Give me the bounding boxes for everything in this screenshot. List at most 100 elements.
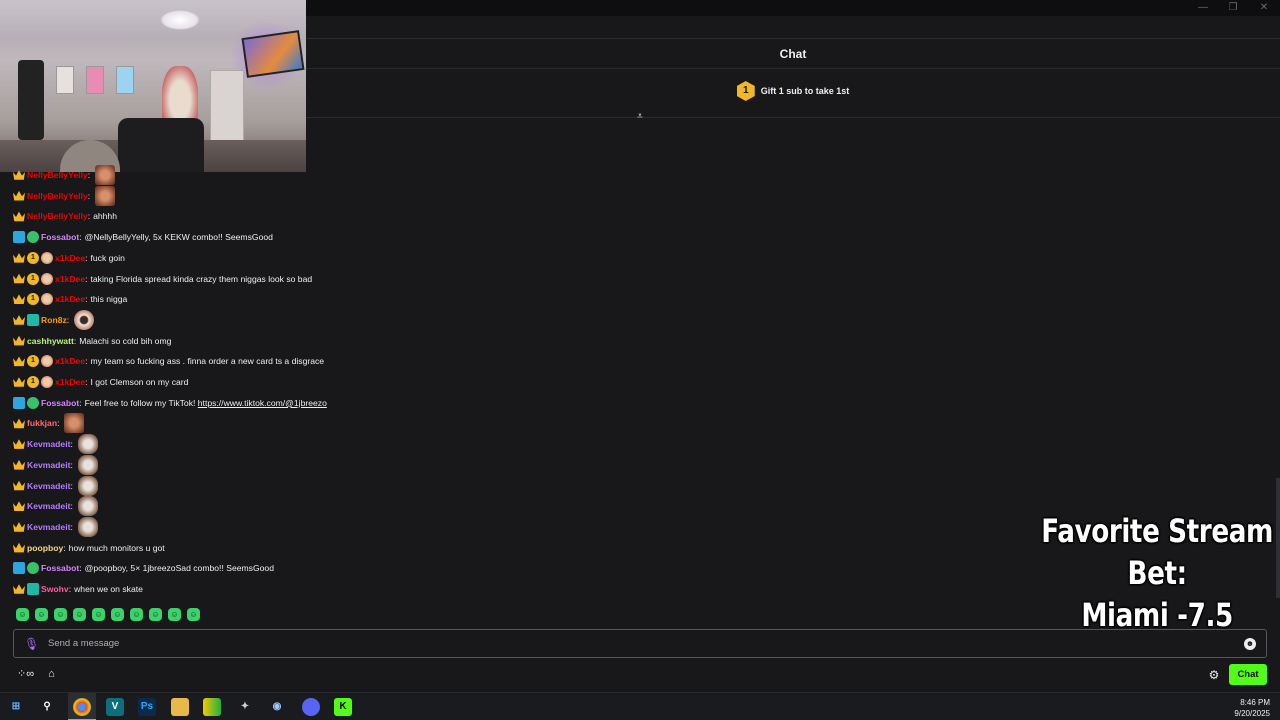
- green-emote-icon[interactable]: ☺: [54, 608, 67, 621]
- gifter-badge-icon[interactable]: 1: [27, 251, 39, 264]
- prime-badge-icon[interactable]: [27, 313, 39, 326]
- chat-username[interactable]: cashhywatt: [27, 336, 74, 346]
- gifter-badge-icon[interactable]: 1: [27, 272, 39, 285]
- subscriber-crown-icon[interactable]: [13, 459, 25, 470]
- green-emote-icon[interactable]: ☺: [16, 608, 29, 621]
- green-emote-icon[interactable]: ☺: [111, 608, 124, 621]
- subscriber-crown-icon[interactable]: [13, 356, 25, 367]
- verified-badge-icon[interactable]: [27, 396, 39, 409]
- dog-emote-icon[interactable]: [77, 434, 98, 455]
- chat-scrollbar[interactable]: [1276, 478, 1280, 598]
- avatar-badge-icon[interactable]: [41, 355, 53, 368]
- green-emote-icon[interactable]: ☺: [73, 608, 86, 621]
- green-emote-icon[interactable]: ☺: [187, 608, 200, 621]
- gifter-badge-icon[interactable]: 1: [27, 376, 39, 388]
- app-icon[interactable]: ✦: [236, 698, 254, 716]
- chat-username[interactable]: Ron8z: [41, 315, 67, 325]
- chat-username[interactable]: Kevmadeit: [27, 501, 70, 511]
- green-emote-icon[interactable]: ☺: [35, 608, 48, 621]
- chat-username[interactable]: Kevmadeit: [27, 481, 70, 491]
- dog-emote-icon[interactable]: [77, 454, 98, 475]
- subscriber-crown-icon[interactable]: [13, 501, 25, 511]
- subscriber-crown-icon[interactable]: [13, 273, 25, 284]
- chat-username[interactable]: Fossabot: [41, 232, 79, 242]
- chat-username[interactable]: Kevmadeit: [27, 522, 70, 532]
- subscriber-crown-icon[interactable]: [13, 170, 25, 180]
- subscriber-crown-icon[interactable]: [13, 377, 25, 387]
- green-emote-icon[interactable]: ☺: [92, 608, 105, 621]
- file-explorer-icon[interactable]: [171, 698, 189, 716]
- chat-link[interactable]: https://www.tiktok.com/@1jbreezo: [198, 398, 327, 408]
- chat-username[interactable]: poopboy: [27, 543, 63, 553]
- chat-username[interactable]: fukkjan: [27, 418, 57, 428]
- green-emote-icon[interactable]: ☺: [149, 608, 162, 621]
- bot-badge-icon[interactable]: [13, 562, 25, 575]
- face-emote-icon[interactable]: [95, 185, 116, 206]
- chat-username[interactable]: x1kDee: [55, 253, 85, 263]
- chat-username[interactable]: Kevmadeit: [27, 460, 70, 470]
- subscriber-crown-icon[interactable]: [13, 190, 25, 201]
- subscriber-crown-icon[interactable]: [13, 211, 25, 222]
- hair-emote-icon[interactable]: [74, 309, 95, 330]
- subscriber-crown-icon[interactable]: [13, 315, 25, 325]
- subscriber-crown-icon[interactable]: [13, 439, 25, 449]
- chat-username[interactable]: NellyBellyYelly: [27, 170, 88, 180]
- subscriber-crown-icon[interactable]: [13, 418, 25, 429]
- chat-username[interactable]: Fossabot: [41, 563, 79, 573]
- subscriber-crown-icon[interactable]: [13, 335, 25, 346]
- subscriber-crown-icon[interactable]: [13, 522, 25, 532]
- dog-emote-icon[interactable]: [77, 475, 98, 496]
- dog-emote-icon[interactable]: [77, 516, 98, 537]
- minimize-icon[interactable]: —: [1188, 0, 1218, 16]
- discord-icon[interactable]: [302, 698, 320, 716]
- bot-badge-icon[interactable]: [13, 396, 25, 409]
- settings-gear-icon[interactable]: ⚙: [1207, 668, 1221, 682]
- dog-emote-icon[interactable]: [77, 496, 98, 517]
- chat-username[interactable]: x1kDee: [55, 274, 85, 284]
- subscriber-crown-icon[interactable]: [13, 252, 25, 263]
- collapse-pinned-icon[interactable]: ⩡: [634, 112, 646, 122]
- verified-badge-icon[interactable]: [27, 562, 39, 575]
- chat-username[interactable]: x1kDee: [55, 356, 85, 366]
- chat-username[interactable]: NellyBellyYelly: [27, 191, 88, 201]
- kick-points-icon[interactable]: ⁘∞: [17, 667, 34, 680]
- chat-username[interactable]: x1kDee: [55, 377, 85, 387]
- face-emote-icon[interactable]: [64, 413, 85, 434]
- gift-sub-banner[interactable]: 1 Gift 1 sub to take 1st: [306, 78, 1280, 104]
- chat-username[interactable]: x1kDee: [55, 294, 85, 304]
- message-input-placeholder[interactable]: Send a message: [48, 638, 1244, 649]
- chrome-icon[interactable]: [73, 698, 91, 716]
- steam-icon[interactable]: ◉: [268, 698, 286, 716]
- chat-username[interactable]: Swohv: [41, 584, 69, 594]
- bot-badge-icon[interactable]: [13, 231, 25, 244]
- chat-username[interactable]: Kevmadeit: [27, 439, 70, 449]
- windows-start-icon[interactable]: ⊞: [7, 698, 25, 716]
- gifter-badge-icon[interactable]: 1: [27, 293, 39, 306]
- chat-username[interactable]: Fossabot: [41, 398, 79, 408]
- kick-icon[interactable]: K: [334, 698, 352, 716]
- subscriber-crown-icon[interactable]: [13, 542, 25, 553]
- gifter-badge-icon[interactable]: 1: [27, 355, 39, 368]
- subscriber-crown-icon[interactable]: [13, 294, 25, 304]
- emote-picker-icon[interactable]: ☻: [1244, 637, 1256, 650]
- avatar-badge-icon[interactable]: [41, 251, 53, 264]
- vscode-icon[interactable]: V: [106, 698, 124, 716]
- green-emote-icon[interactable]: ☺: [130, 608, 143, 621]
- subscriber-crown-icon[interactable]: [13, 480, 25, 491]
- subscriber-crown-icon[interactable]: [13, 584, 25, 594]
- prime-badge-icon[interactable]: [27, 583, 39, 595]
- green-emote-icon[interactable]: ☺: [168, 608, 181, 621]
- verified-badge-icon[interactable]: [27, 231, 39, 244]
- app-icon[interactable]: [203, 698, 221, 716]
- search-icon[interactable]: ⚲: [38, 698, 56, 716]
- send-chat-button[interactable]: Chat: [1229, 664, 1267, 685]
- photoshop-icon[interactable]: Ps: [138, 698, 156, 716]
- chat-username[interactable]: NellyBellyYelly: [27, 211, 88, 221]
- face-emote-icon[interactable]: [95, 165, 116, 185]
- avatar-badge-icon[interactable]: [41, 376, 53, 388]
- taskbar-clock[interactable]: 8:46 PM 9/20/2025: [1234, 697, 1270, 719]
- close-icon[interactable]: ✕: [1249, 0, 1279, 16]
- restore-icon[interactable]: ❐: [1218, 0, 1248, 16]
- avatar-badge-icon[interactable]: [41, 272, 53, 285]
- store-icon[interactable]: ⌂: [48, 668, 55, 680]
